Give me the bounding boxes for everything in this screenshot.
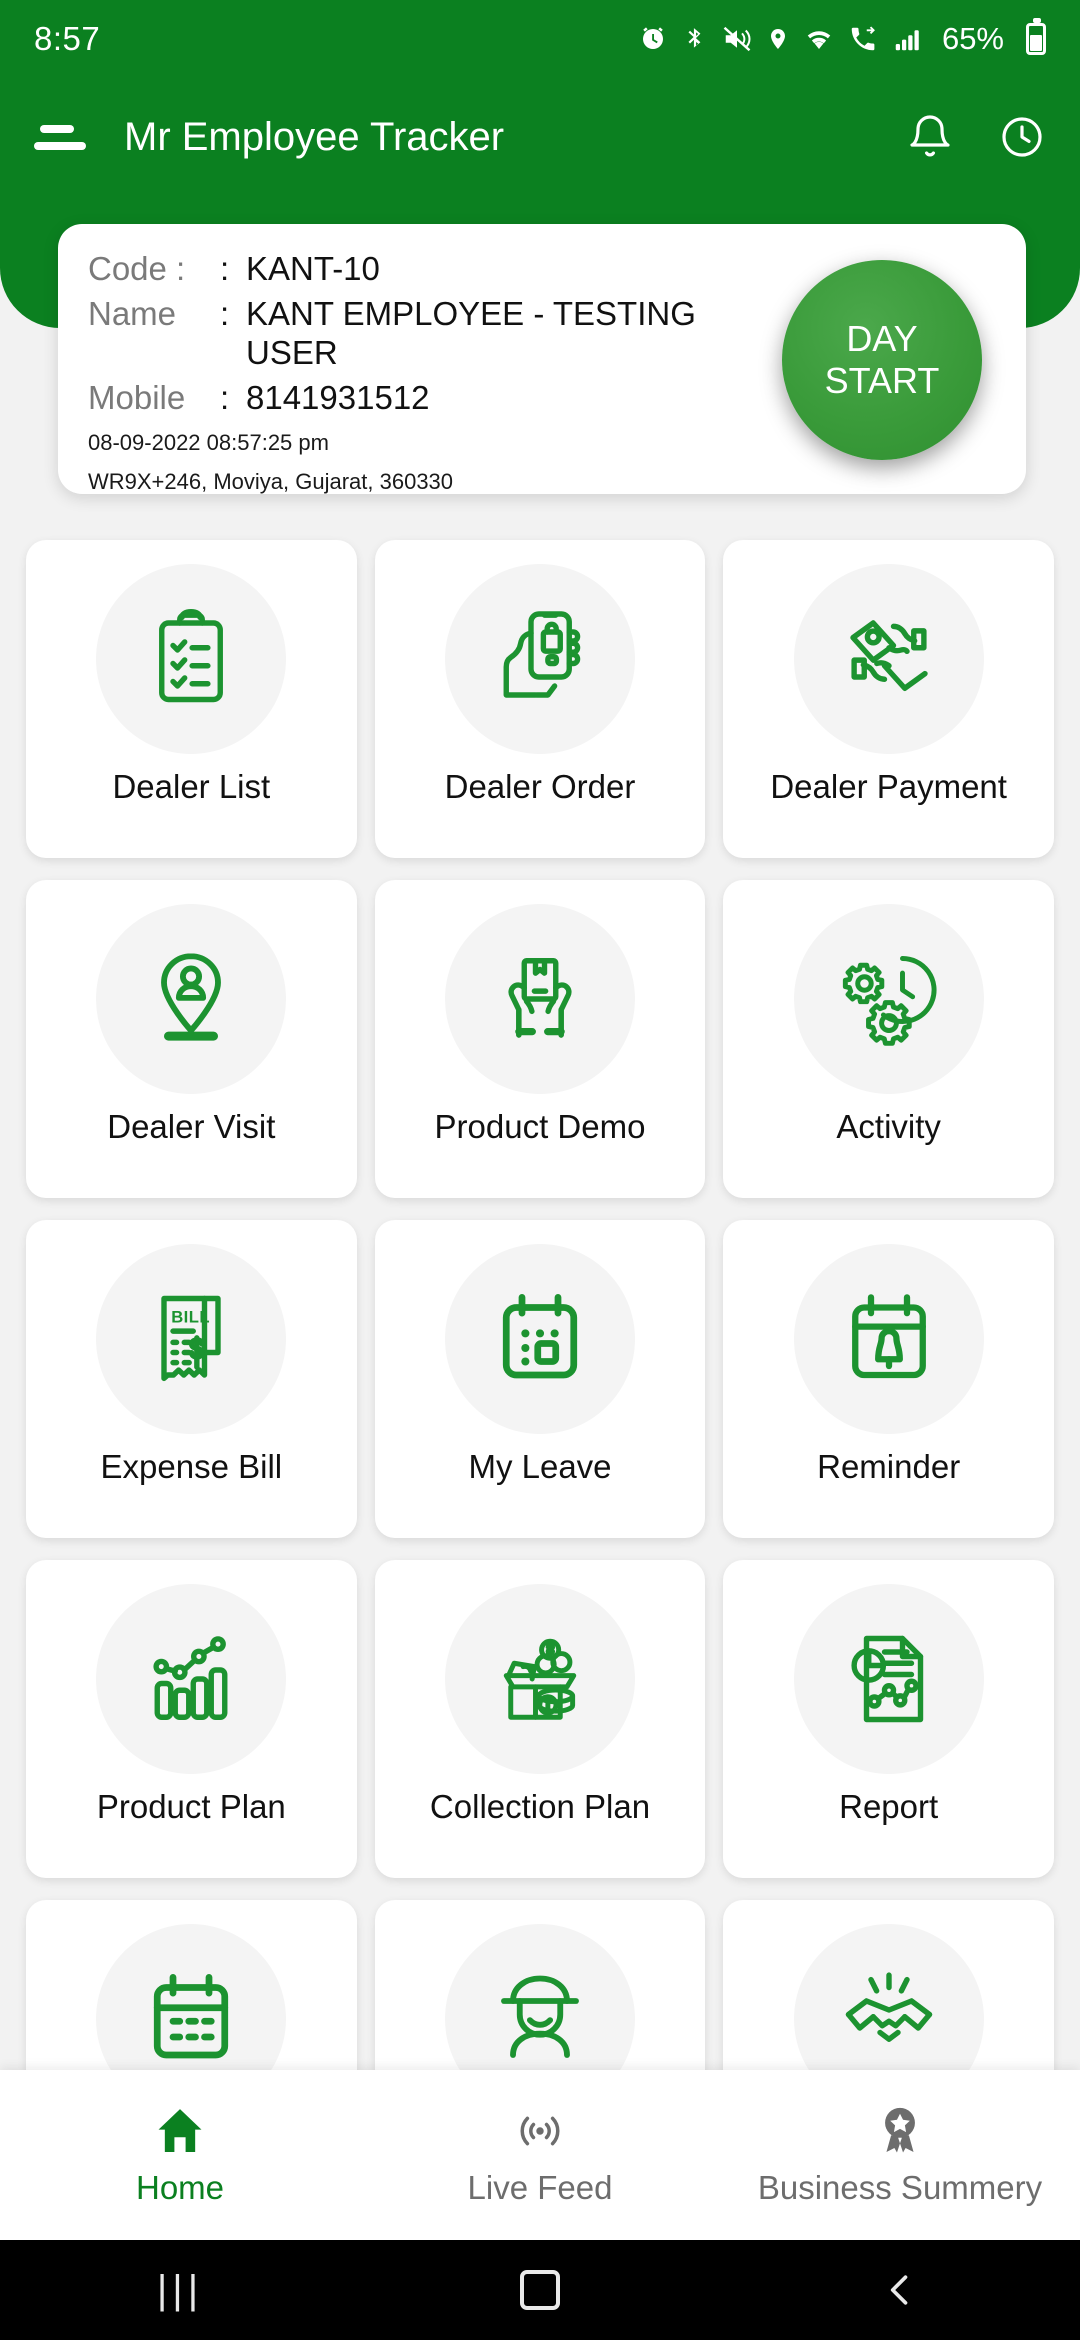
back-button[interactable]	[720, 2268, 1080, 2312]
history-icon[interactable]	[998, 113, 1046, 161]
day-start-button[interactable]: DAY START	[782, 260, 982, 460]
employee-info-rows: Code : : KANT-10 Name : KANT EMPLOYEE - …	[88, 250, 748, 496]
info-label-name: Name	[88, 294, 177, 332]
tile-dealer-list[interactable]: Dealer List	[26, 540, 357, 858]
info-value-mobile: 8141931512	[246, 378, 430, 416]
bill-receipt-icon: BILL	[96, 1244, 287, 1434]
location-icon	[766, 24, 790, 54]
status-bar: 8:57 65%	[0, 0, 1080, 78]
menu-icon[interactable]	[34, 117, 86, 157]
tile-collection-plan[interactable]: Collection Plan	[374, 1560, 706, 1878]
nav-item-live-feed[interactable]: Live Feed	[360, 2103, 720, 2207]
hand-phone-order-icon	[444, 564, 635, 754]
battery-percent: 65%	[941, 21, 1004, 56]
day-start-line2: START	[824, 360, 940, 401]
mute-icon	[722, 24, 752, 54]
page-title: Mr Employee Tracker	[124, 114, 505, 159]
tile-label: Dealer Payment	[770, 768, 1007, 805]
hands-cash-exchange-icon	[793, 564, 984, 754]
nav-item-home[interactable]: Home	[0, 2103, 360, 2207]
tile-label: Dealer Visit	[107, 1108, 276, 1145]
calendar-bell-icon	[793, 1244, 984, 1434]
bottom-navigation: Home Live Feed Business Summery	[0, 2070, 1080, 2240]
award-badge-icon	[872, 2103, 928, 2159]
info-value-name: KANT EMPLOYEE - TESTING USER	[246, 294, 696, 371]
tile-label: Reminder	[817, 1448, 961, 1485]
tile-dealer-order[interactable]: Dealer Order	[374, 540, 706, 858]
clipboard-checklist-icon	[96, 564, 287, 754]
nav-item-business-summery[interactable]: Business Summery	[720, 2103, 1080, 2207]
map-pin-person-icon	[96, 904, 287, 1094]
tile-expense-bill[interactable]: BILL Expense Bill	[26, 1220, 357, 1538]
info-label-mobile: Mobile	[88, 378, 186, 416]
app-bar-actions	[906, 113, 1046, 161]
tile-label: Activity	[836, 1108, 941, 1145]
tile-label: Dealer List	[112, 768, 271, 805]
wifi-icon	[804, 24, 834, 54]
tile-report[interactable]: Report	[723, 1560, 1054, 1878]
nav-label: Business Summery	[757, 2169, 1043, 2206]
tile-dealer-visit[interactable]: Dealer Visit	[26, 880, 357, 1198]
info-row-name: Name : KANT EMPLOYEE - TESTING USER	[88, 295, 748, 373]
info-separator: :	[220, 250, 230, 287]
report-document-icon	[793, 1584, 984, 1774]
recent-apps-icon: |||	[156, 2267, 204, 2312]
system-navigation-bar: |||	[0, 2240, 1080, 2340]
tile-label: Product Demo	[434, 1108, 646, 1145]
home-square-icon	[520, 2270, 560, 2310]
nav-label: Home	[135, 2169, 225, 2206]
day-start-line1: DAY	[846, 317, 918, 359]
home-icon	[152, 2103, 208, 2159]
bar-line-chart-icon	[96, 1584, 287, 1774]
tile-product-demo[interactable]: Product Demo	[374, 880, 706, 1198]
recent-apps-button[interactable]: |||	[0, 2268, 360, 2313]
tile-dealer-payment[interactable]: Dealer Payment	[723, 540, 1054, 858]
info-separator: :	[220, 294, 230, 332]
info-address: WR9X+246, Moviya, Gujarat, 360330	[88, 468, 454, 494]
app-bar: Mr Employee Tracker	[0, 78, 1080, 196]
info-row-mobile: Mobile : 8141931512	[88, 379, 748, 418]
money-box-icon	[444, 1584, 635, 1774]
menu-grid: Dealer List Dealer Order Dealer Payment …	[26, 540, 1054, 2218]
status-time: 8:57	[34, 20, 101, 57]
tile-product-plan[interactable]: Product Plan	[26, 1560, 357, 1878]
employee-info-card: Code : : KANT-10 Name : KANT EMPLOYEE - …	[58, 224, 1026, 494]
info-separator: :	[220, 378, 230, 416]
gears-clock-icon	[793, 904, 984, 1094]
status-icon-tray: 65%	[638, 18, 1046, 57]
tile-label: Collection Plan	[429, 1788, 651, 1825]
svg-text:BILL: BILL	[172, 1307, 211, 1326]
signal-icon	[892, 24, 922, 54]
bell-icon[interactable]	[906, 113, 954, 161]
call-forward-icon	[848, 24, 878, 54]
tile-label: Expense Bill	[100, 1448, 283, 1485]
tile-reminder[interactable]: Reminder	[723, 1220, 1054, 1538]
info-row-code: Code : : KANT-10	[88, 250, 748, 289]
broadcast-icon	[512, 2103, 568, 2159]
calendar-icon	[444, 1244, 635, 1434]
tile-label: Product Plan	[96, 1788, 286, 1825]
tile-label: My Leave	[468, 1448, 612, 1485]
info-value-code: KANT-10	[246, 250, 380, 287]
home-button[interactable]	[360, 2270, 720, 2310]
tile-label: Report	[839, 1788, 939, 1825]
hands-box-icon	[444, 904, 635, 1094]
bluetooth-icon	[682, 24, 708, 54]
app-screen: 8:57 65% Mr Employee Tracker Code:: KA…	[0, 0, 1080, 2340]
nav-label: Live Feed	[467, 2169, 613, 2206]
tile-label: Dealer Order	[444, 768, 636, 805]
info-label-code: Code :	[88, 250, 186, 287]
back-chevron-icon	[878, 2268, 922, 2312]
alarm-icon	[638, 24, 668, 54]
info-timestamp: 08-09-2022 08:57:25 pm	[88, 429, 329, 455]
tile-activity[interactable]: Activity	[723, 880, 1054, 1198]
tile-my-leave[interactable]: My Leave	[374, 1220, 706, 1538]
battery-icon	[1026, 18, 1046, 55]
